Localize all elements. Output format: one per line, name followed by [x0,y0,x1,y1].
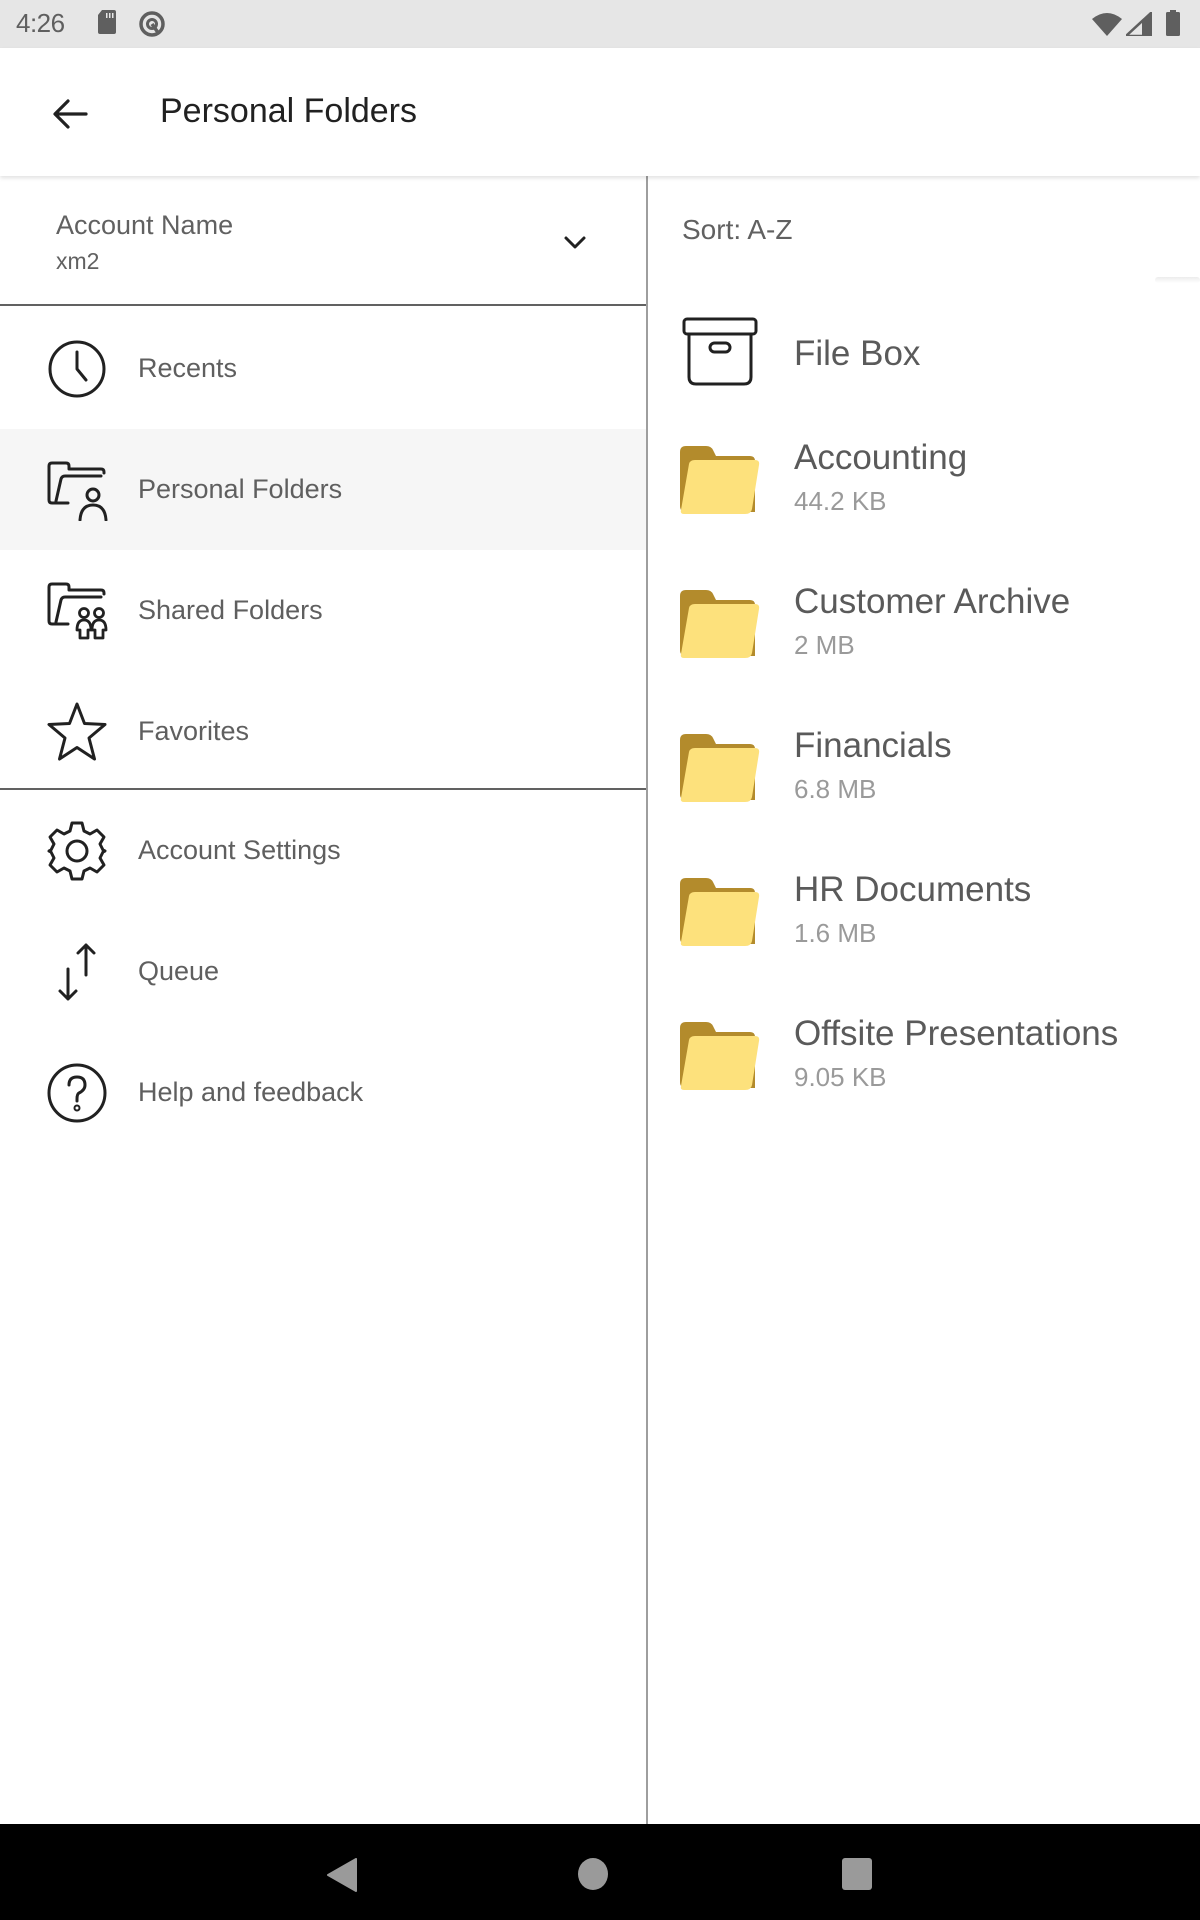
account-label: Account Name [56,210,234,240]
sidebar-item-label: Favorites [138,716,250,746]
sort-button[interactable]: Sort: A-Z [682,214,792,246]
system-navigation-bar [0,1824,1200,1920]
secondary-nav: Account Settings Queue Help and feedback [0,790,646,1153]
folder-people-icon [46,580,108,642]
file-list: File Box Accounting 44.2 KB Customer Arc… [650,296,1200,1136]
signal-icon [1126,12,1152,36]
file-name: HR Documents [794,870,1032,909]
folder-icon [680,590,760,658]
sidebar-item-label: Help and feedback [138,1077,364,1107]
sidebar-item-favorites[interactable]: Favorites [0,671,646,792]
sidebar-item-personal-folders[interactable]: Personal Folders [0,429,646,550]
clock-icon [46,338,108,400]
chevron-down-icon[interactable] [560,228,590,258]
primary-nav: Recents Personal Folders Shared Folders … [0,308,646,790]
file-size: 2 MB [794,630,855,660]
divider [1155,277,1200,283]
sidebar-item-queue[interactable]: Queue [0,911,646,1032]
navigation-drawer: Account Name xm2 Recents Personal Folder… [0,176,648,1824]
list-item-folder[interactable]: HR Documents 1.6 MB [650,848,1200,992]
sidebar-item-shared-folders[interactable]: Shared Folders [0,550,646,671]
sidebar-item-label: Personal Folders [138,474,343,504]
sd-card-icon [98,10,116,34]
arrow-left-icon [53,99,88,129]
nav-recents-icon[interactable] [842,1858,872,1890]
sidebar-item-recents[interactable]: Recents [0,308,646,429]
app-bar: Personal Folders [0,48,1200,176]
star-icon [46,701,108,763]
file-name: Financials [794,726,952,765]
folder-icon [680,734,760,802]
data-saver-icon [139,11,165,37]
account-value: xm2 [56,248,100,274]
status-bar: 4:26 [0,0,1200,48]
status-time: 4:26 [16,8,65,38]
file-name: Customer Archive [794,582,1071,621]
help-circle-icon [46,1062,108,1124]
list-item-folder[interactable]: Offsite Presentations 9.05 KB [650,992,1200,1136]
file-name: Accounting [794,438,968,477]
gear-icon [46,820,108,882]
folder-icon [680,1022,760,1090]
page-title: Personal Folders [160,92,418,130]
folder-icon [680,446,760,514]
folder-icon [680,878,760,946]
sidebar-item-label: Queue [138,956,220,986]
file-size: 6.8 MB [794,774,877,804]
sidebar-item-label: Account Settings [138,835,341,865]
list-item-file-box[interactable]: File Box [650,296,1200,416]
folder-person-icon [46,459,108,521]
nav-back-icon[interactable] [326,1858,358,1892]
sidebar-item-label: Shared Folders [138,595,323,625]
back-button[interactable] [44,88,96,140]
file-size: 44.2 KB [794,486,887,516]
nav-home-icon[interactable] [578,1858,608,1890]
sidebar-item-label: Recents [138,353,238,383]
list-item-folder[interactable]: Accounting 44.2 KB [650,416,1200,560]
sidebar-item-help[interactable]: Help and feedback [0,1032,646,1153]
file-size: 9.05 KB [794,1062,887,1092]
wifi-icon [1092,13,1122,36]
folder-content: Sort: A-Z File Box Accounting 44.2 KB Cu… [650,176,1200,1824]
list-item-folder[interactable]: Customer Archive 2 MB [650,560,1200,704]
file-size: 1.6 MB [794,918,877,948]
file-box-icon [682,317,758,386]
list-item-folder[interactable]: Financials 6.8 MB [650,704,1200,848]
sidebar-item-account-settings[interactable]: Account Settings [0,790,646,911]
account-selector[interactable]: Account Name xm2 [0,176,646,306]
file-name: Offsite Presentations [794,1014,1119,1053]
battery-icon [1166,10,1180,36]
file-name: File Box [794,334,921,373]
transfer-arrows-icon [46,941,108,1003]
